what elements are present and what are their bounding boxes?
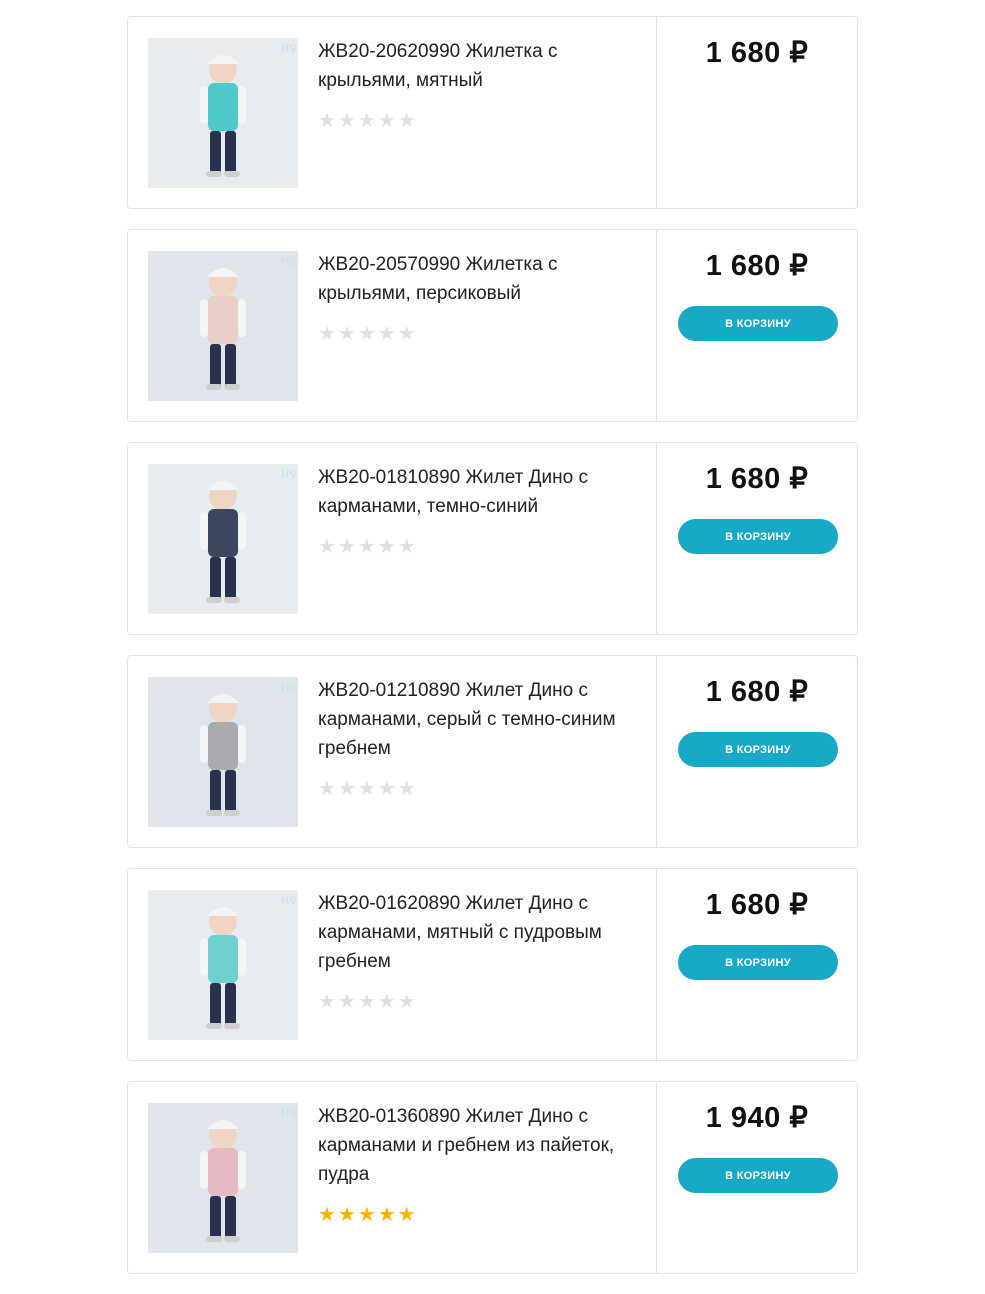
product-price: 1 680 ₽ [705,676,809,708]
product-info: ЖВ20-01620890 Жилет Дино с карманами, мя… [318,889,653,1012]
star-icon[interactable]: ★ [318,324,336,344]
svg-text:Н♀Н: Н♀Н [281,681,298,694]
product-card[interactable]: Н♀Н ЖВ20-20570990 Жилетка с крыльями, пе… [127,229,858,422]
star-icon[interactable]: ★ [398,1205,416,1225]
price-box: 1 680 ₽ В КОРЗИНУ [657,656,857,847]
product-title[interactable]: ЖВ20-01810890 Жилет Дино с карманами, те… [318,463,653,521]
star-icon[interactable]: ★ [318,779,336,799]
star-icon[interactable]: ★ [318,992,336,1012]
star-icon[interactable]: ★ [358,324,376,344]
product-rating: ★ ★ ★ ★ ★ [318,992,653,1012]
product-card[interactable]: Н♀Н ЖВ20-01360890 Жилет Дино с карманами… [127,1081,858,1274]
product-info: ЖВ20-01810890 Жилет Дино с карманами, те… [318,463,653,557]
star-icon[interactable]: ★ [398,992,416,1012]
price-box: 1 680 ₽ В КОРЗИНУ [657,443,857,634]
star-icon[interactable]: ★ [318,1205,336,1225]
product-card[interactable]: Н♀Н ЖВ20-20620990 Жилетка с крыльями, мя… [127,16,858,209]
add-to-cart-button[interactable]: В КОРЗИНУ [678,519,838,554]
star-icon[interactable]: ★ [398,779,416,799]
product-list: Н♀Н ЖВ20-20620990 Жилетка с крыльями, мя… [127,16,858,1294]
product-title[interactable]: ЖВ20-01360890 Жилет Дино с карманами и г… [318,1102,653,1189]
product-price: 1 680 ₽ [705,250,809,282]
product-image[interactable]: Н♀Н [148,251,298,401]
product-card[interactable]: Н♀Н ЖВ20-01210890 Жилет Дино с карманами… [127,655,858,848]
product-price: 1 680 ₽ [705,463,809,495]
svg-text:Н♀Н: Н♀Н [281,468,298,481]
star-icon[interactable]: ★ [378,779,396,799]
star-icon[interactable]: ★ [378,992,396,1012]
product-image[interactable]: Н♀Н [148,464,298,614]
star-icon[interactable]: ★ [338,779,356,799]
star-icon[interactable]: ★ [338,1205,356,1225]
star-icon[interactable]: ★ [338,324,356,344]
svg-text:Н♀Н: Н♀Н [281,1107,298,1120]
product-card[interactable]: Н♀Н ЖВ20-01620890 Жилет Дино с карманами… [127,868,858,1061]
product-title[interactable]: ЖВ20-20620990 Жилетка с крыльями, мятный [318,37,653,95]
star-icon[interactable]: ★ [338,111,356,131]
product-price: 1 680 ₽ [705,889,809,921]
product-image[interactable]: Н♀Н [148,890,298,1040]
product-rating: ★ ★ ★ ★ ★ [318,1205,653,1225]
svg-text:Н♀Н: Н♀Н [281,255,298,268]
product-card[interactable]: Н♀Н ЖВ20-01810890 Жилет Дино с карманами… [127,442,858,635]
add-to-cart-button[interactable]: В КОРЗИНУ [678,306,838,341]
star-icon[interactable]: ★ [358,779,376,799]
product-info: ЖВ20-20570990 Жилетка с крыльями, персик… [318,250,653,344]
product-image[interactable]: Н♀Н [148,38,298,188]
product-rating: ★ ★ ★ ★ ★ [318,324,653,344]
star-icon[interactable]: ★ [398,111,416,131]
star-icon[interactable]: ★ [338,537,356,557]
star-icon[interactable]: ★ [358,1205,376,1225]
price-box: 1 680 ₽ В КОРЗИНУ [657,230,857,421]
star-icon[interactable]: ★ [358,111,376,131]
product-title[interactable]: ЖВ20-20570990 Жилетка с крыльями, персик… [318,250,653,308]
product-info: ЖВ20-20620990 Жилетка с крыльями, мятный… [318,37,653,131]
product-info: ЖВ20-01360890 Жилет Дино с карманами и г… [318,1102,653,1225]
add-to-cart-button[interactable]: В КОРЗИНУ [678,945,838,980]
product-price: 1 940 ₽ [705,1102,809,1134]
star-icon[interactable]: ★ [338,992,356,1012]
product-image[interactable]: Н♀Н [148,677,298,827]
product-rating: ★ ★ ★ ★ ★ [318,779,653,799]
star-icon[interactable]: ★ [358,537,376,557]
add-to-cart-button[interactable]: В КОРЗИНУ [678,1158,838,1193]
product-title[interactable]: ЖВ20-01210890 Жилет Дино с карманами, се… [318,676,653,763]
price-box: 1 680 ₽ [657,17,857,208]
price-box: 1 680 ₽ В КОРЗИНУ [657,869,857,1060]
star-icon[interactable]: ★ [378,537,396,557]
svg-text:Н♀Н: Н♀Н [281,894,298,907]
price-box: 1 940 ₽ В КОРЗИНУ [657,1082,857,1273]
add-to-cart-button[interactable]: В КОРЗИНУ [678,732,838,767]
star-icon[interactable]: ★ [358,992,376,1012]
product-info: ЖВ20-01210890 Жилет Дино с карманами, се… [318,676,653,799]
star-icon[interactable]: ★ [398,537,416,557]
product-title[interactable]: ЖВ20-01620890 Жилет Дино с карманами, мя… [318,889,653,976]
star-icon[interactable]: ★ [378,324,396,344]
product-image[interactable]: Н♀Н [148,1103,298,1253]
star-icon[interactable]: ★ [378,1205,396,1225]
product-rating: ★ ★ ★ ★ ★ [318,537,653,557]
star-icon[interactable]: ★ [318,537,336,557]
svg-text:Н♀Н: Н♀Н [281,42,298,55]
star-icon[interactable]: ★ [398,324,416,344]
product-price: 1 680 ₽ [705,37,809,69]
star-icon[interactable]: ★ [318,111,336,131]
product-rating: ★ ★ ★ ★ ★ [318,111,653,131]
star-icon[interactable]: ★ [378,111,396,131]
